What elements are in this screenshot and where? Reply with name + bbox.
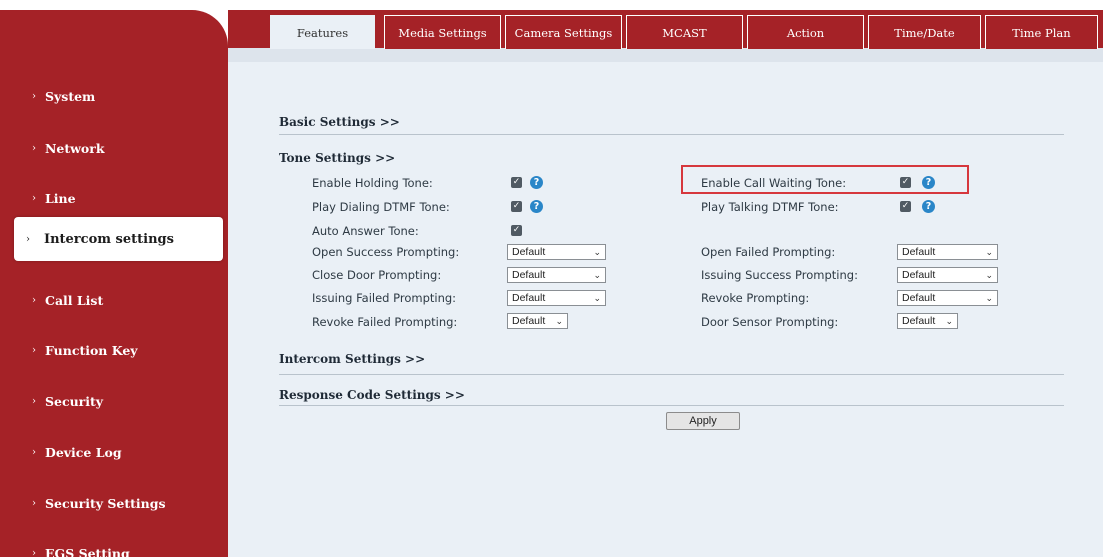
sidebar-item-label: Network bbox=[45, 140, 105, 156]
chevron-right-icon: › bbox=[26, 233, 30, 245]
enable-call-waiting-tone-label: Enable Call Waiting Tone: bbox=[701, 176, 847, 190]
sidebar-item-label: Security bbox=[45, 393, 104, 409]
auto-answer-tone-checkbox[interactable]: ✓ bbox=[511, 225, 522, 236]
tab-camera-settings[interactable]: Camera Settings bbox=[505, 15, 622, 49]
close-door-prompting-label: Close Door Prompting: bbox=[312, 268, 442, 282]
sidebar-item-line[interactable]: › Line bbox=[0, 183, 228, 213]
sidebar-item-device-log[interactable]: › Device Log bbox=[0, 437, 228, 467]
sidebar-item-network[interactable]: › Network bbox=[0, 133, 228, 163]
revoke-failed-prompting-select[interactable]: Default ⌄ bbox=[507, 313, 568, 329]
sidebar-item-call-list[interactable]: › Call List bbox=[0, 285, 228, 315]
chevron-down-icon: ⌄ bbox=[593, 246, 601, 257]
open-failed-prompting-select[interactable]: Default ⌄ bbox=[897, 244, 998, 260]
sidebar-item-label: Function Key bbox=[45, 342, 138, 358]
chevron-right-icon: › bbox=[32, 446, 36, 458]
select-value: Default bbox=[902, 292, 936, 304]
apply-button[interactable]: Apply bbox=[666, 412, 740, 430]
enable-holding-tone-label: Enable Holding Tone: bbox=[312, 176, 433, 190]
play-talking-dtmf-tone-checkbox[interactable]: ✓ bbox=[900, 201, 911, 212]
issuing-success-prompting-label: Issuing Success Prompting: bbox=[701, 268, 858, 282]
open-success-prompting-label: Open Success Prompting: bbox=[312, 245, 460, 259]
chevron-down-icon: ⌄ bbox=[985, 269, 993, 280]
tab-features[interactable]: Features bbox=[270, 15, 375, 49]
sidebar-item-label: Intercom settings bbox=[44, 231, 174, 247]
help-icon[interactable]: ? bbox=[530, 176, 543, 189]
select-value: Default bbox=[512, 292, 546, 304]
tab-media-settings[interactable]: Media Settings bbox=[384, 15, 501, 49]
sidebar-item-label: System bbox=[45, 88, 96, 104]
select-value: Default bbox=[512, 315, 546, 327]
chevron-right-icon: › bbox=[32, 547, 36, 557]
chevron-down-icon: ⌄ bbox=[985, 292, 993, 303]
chevron-right-icon: › bbox=[32, 395, 36, 407]
select-value: Default bbox=[512, 246, 546, 258]
chevron-right-icon: › bbox=[32, 294, 36, 306]
enable-holding-tone-checkbox[interactable]: ✓ bbox=[511, 177, 522, 188]
help-icon[interactable]: ? bbox=[922, 200, 935, 213]
section-response-code-settings[interactable]: Response Code Settings >> bbox=[279, 388, 465, 402]
select-value: Default bbox=[902, 246, 936, 258]
sidebar-item-egs-setting[interactable]: › EGS Setting bbox=[0, 538, 228, 557]
enable-call-waiting-tone-checkbox[interactable]: ✓ bbox=[900, 177, 911, 188]
sidebar-item-security-settings[interactable]: › Security Settings bbox=[0, 488, 228, 518]
play-dialing-dtmf-tone-label: Play Dialing DTMF Tone: bbox=[312, 200, 450, 214]
section-tone-settings[interactable]: Tone Settings >> bbox=[279, 151, 395, 165]
open-failed-prompting-label: Open Failed Prompting: bbox=[701, 245, 836, 259]
sidebar-item-intercom-settings[interactable]: › Intercom settings bbox=[14, 217, 223, 261]
sidebar-item-label: Call List bbox=[45, 292, 104, 308]
select-value: Default bbox=[902, 315, 936, 327]
chevron-down-icon: ⌄ bbox=[593, 269, 601, 280]
divider bbox=[279, 405, 1064, 406]
play-talking-dtmf-tone-label: Play Talking DTMF Tone: bbox=[701, 200, 839, 214]
tab-underline bbox=[228, 48, 1103, 62]
revoke-failed-prompting-label: Revoke Failed Prompting: bbox=[312, 315, 458, 329]
sidebar-item-function-key[interactable]: › Function Key bbox=[0, 335, 228, 365]
revoke-prompting-select[interactable]: Default ⌄ bbox=[897, 290, 998, 306]
sidebar-item-label: EGS Setting bbox=[45, 545, 130, 557]
issuing-failed-prompting-label: Issuing Failed Prompting: bbox=[312, 291, 457, 305]
sidebar-item-security[interactable]: › Security bbox=[0, 386, 228, 416]
chevron-down-icon: ⌄ bbox=[593, 292, 601, 303]
sidebar-item-label: Security Settings bbox=[45, 495, 166, 511]
auto-answer-tone-label: Auto Answer Tone: bbox=[312, 224, 419, 238]
door-sensor-prompting-label: Door Sensor Prompting: bbox=[701, 315, 839, 329]
issuing-success-prompting-select[interactable]: Default ⌄ bbox=[897, 267, 998, 283]
revoke-prompting-label: Revoke Prompting: bbox=[701, 291, 810, 305]
chevron-right-icon: › bbox=[32, 192, 36, 204]
sidebar-item-label: Line bbox=[45, 190, 76, 206]
chevron-down-icon: ⌄ bbox=[985, 246, 993, 257]
help-icon[interactable]: ? bbox=[922, 176, 935, 189]
chevron-right-icon: › bbox=[32, 497, 36, 509]
select-value: Default bbox=[512, 269, 546, 281]
select-value: Default bbox=[902, 269, 936, 281]
chevron-right-icon: › bbox=[32, 142, 36, 154]
door-sensor-prompting-select[interactable]: Default ⌄ bbox=[897, 313, 958, 329]
tab-mcast[interactable]: MCAST bbox=[626, 15, 743, 49]
chevron-down-icon: ⌄ bbox=[945, 315, 953, 326]
play-dialing-dtmf-tone-checkbox[interactable]: ✓ bbox=[511, 201, 522, 212]
chevron-down-icon: ⌄ bbox=[555, 315, 563, 326]
divider bbox=[279, 374, 1064, 375]
sidebar: › System › Network › Line › Intercom set… bbox=[0, 10, 228, 557]
section-basic-settings[interactable]: Basic Settings >> bbox=[279, 115, 400, 129]
tab-action[interactable]: Action bbox=[747, 15, 864, 49]
help-icon[interactable]: ? bbox=[530, 200, 543, 213]
sidebar-item-system[interactable]: › System bbox=[0, 81, 228, 111]
chevron-right-icon: › bbox=[32, 90, 36, 102]
tab-time-plan[interactable]: Time Plan bbox=[985, 15, 1098, 49]
open-success-prompting-select[interactable]: Default ⌄ bbox=[507, 244, 606, 260]
close-door-prompting-select[interactable]: Default ⌄ bbox=[507, 267, 606, 283]
issuing-failed-prompting-select[interactable]: Default ⌄ bbox=[507, 290, 606, 306]
tab-time-date[interactable]: Time/Date bbox=[868, 15, 981, 49]
divider bbox=[279, 134, 1064, 135]
section-intercom-settings[interactable]: Intercom Settings >> bbox=[279, 352, 425, 366]
sidebar-item-label: Device Log bbox=[45, 444, 122, 460]
chevron-right-icon: › bbox=[32, 344, 36, 356]
